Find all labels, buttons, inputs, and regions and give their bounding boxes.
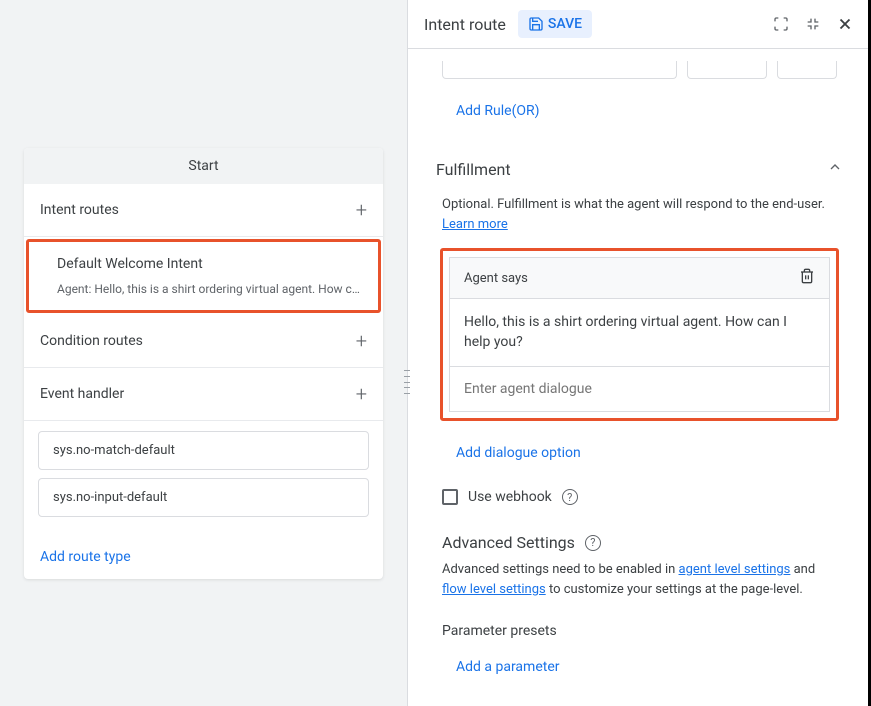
rule-box-2[interactable] — [687, 61, 767, 79]
advanced-help-icon[interactable]: ? — [585, 535, 601, 551]
flow-level-settings-link[interactable]: flow level settings — [442, 582, 546, 597]
condition-routes-section[interactable]: Condition routes + — [24, 315, 383, 368]
left-panel: Start Intent routes + Default Welcome In… — [0, 0, 407, 706]
agent-says-label: Agent says — [464, 271, 528, 286]
event-item-no-match[interactable]: sys.no-match-default — [38, 431, 369, 470]
event-handler-label: Event handler — [40, 386, 124, 402]
intent-routes-label: Intent routes — [40, 202, 119, 218]
add-parameter-link[interactable]: Add a parameter — [432, 647, 847, 687]
agent-level-settings-link[interactable]: agent level settings — [679, 562, 791, 577]
right-panel-title: Intent route — [424, 15, 506, 34]
start-card: Start Intent routes + Default Welcome In… — [24, 148, 383, 579]
default-welcome-intent-item[interactable]: Default Welcome Intent Agent: Hello, thi… — [26, 239, 381, 313]
intent-routes-section[interactable]: Intent routes + — [24, 184, 383, 237]
save-button-label: SAVE — [548, 16, 582, 32]
add-route-type-link[interactable]: Add route type — [24, 535, 383, 579]
panel-resize-handle[interactable] — [404, 370, 410, 394]
webhook-help-icon[interactable]: ? — [562, 489, 578, 505]
fulfillment-title: Fulfillment — [436, 160, 511, 179]
use-webhook-row: Use webhook ? — [432, 477, 847, 517]
parameter-presets-title: Parameter presets — [432, 599, 847, 647]
add-condition-route-icon[interactable]: + — [356, 329, 367, 353]
start-header: Start — [24, 148, 383, 184]
event-items-container: sys.no-match-default sys.no-input-defaul… — [24, 421, 383, 535]
agent-says-container: Agent says Hello, this is a shirt orderi… — [440, 248, 839, 421]
right-panel: Intent route SAVE — [407, 0, 871, 706]
minimize-icon[interactable] — [803, 14, 823, 34]
right-panel-header: Intent route SAVE — [408, 0, 871, 49]
close-icon[interactable] — [835, 14, 855, 34]
event-handler-section[interactable]: Event handler + — [24, 368, 383, 421]
delete-icon[interactable] — [799, 268, 815, 288]
chevron-up-icon[interactable] — [827, 159, 843, 179]
fulfillment-section-header[interactable]: Fulfillment — [432, 143, 847, 195]
advanced-settings-description: Advanced settings need to be enabled in … — [432, 560, 847, 599]
rule-box-1[interactable] — [442, 61, 677, 79]
agent-says-header: Agent says — [450, 258, 829, 299]
intent-item-title: Default Welcome Intent — [57, 256, 360, 272]
agent-dialogue-input[interactable] — [450, 367, 829, 411]
agent-says-text[interactable]: Hello, this is a shirt ordering virtual … — [450, 299, 829, 367]
intent-item-subtitle: Agent: Hello, this is a shirt ordering v… — [57, 282, 360, 296]
rule-box-3[interactable] — [777, 61, 837, 79]
add-rule-link[interactable]: Add Rule(OR) — [432, 79, 847, 143]
advanced-settings-header: Advanced Settings ? — [432, 517, 847, 560]
use-webhook-label: Use webhook — [468, 489, 552, 505]
condition-routes-label: Condition routes — [40, 333, 143, 349]
use-webhook-checkbox[interactable] — [442, 489, 458, 505]
fulfillment-description: Optional. Fulfillment is what the agent … — [432, 195, 847, 234]
right-panel-content: Add Rule(OR) Fulfillment Optional. Fulfi… — [408, 49, 871, 706]
add-dialogue-option-link[interactable]: Add dialogue option — [432, 429, 847, 477]
save-button[interactable]: SAVE — [518, 10, 592, 38]
add-intent-route-icon[interactable]: + — [356, 198, 367, 222]
fullscreen-icon[interactable] — [771, 14, 791, 34]
save-icon — [528, 16, 544, 32]
event-item-no-input[interactable]: sys.no-input-default — [38, 478, 369, 517]
advanced-settings-title: Advanced Settings — [442, 533, 575, 552]
rule-placeholder-boxes — [432, 49, 847, 79]
learn-more-link[interactable]: Learn more — [442, 217, 508, 232]
add-event-handler-icon[interactable]: + — [356, 382, 367, 406]
